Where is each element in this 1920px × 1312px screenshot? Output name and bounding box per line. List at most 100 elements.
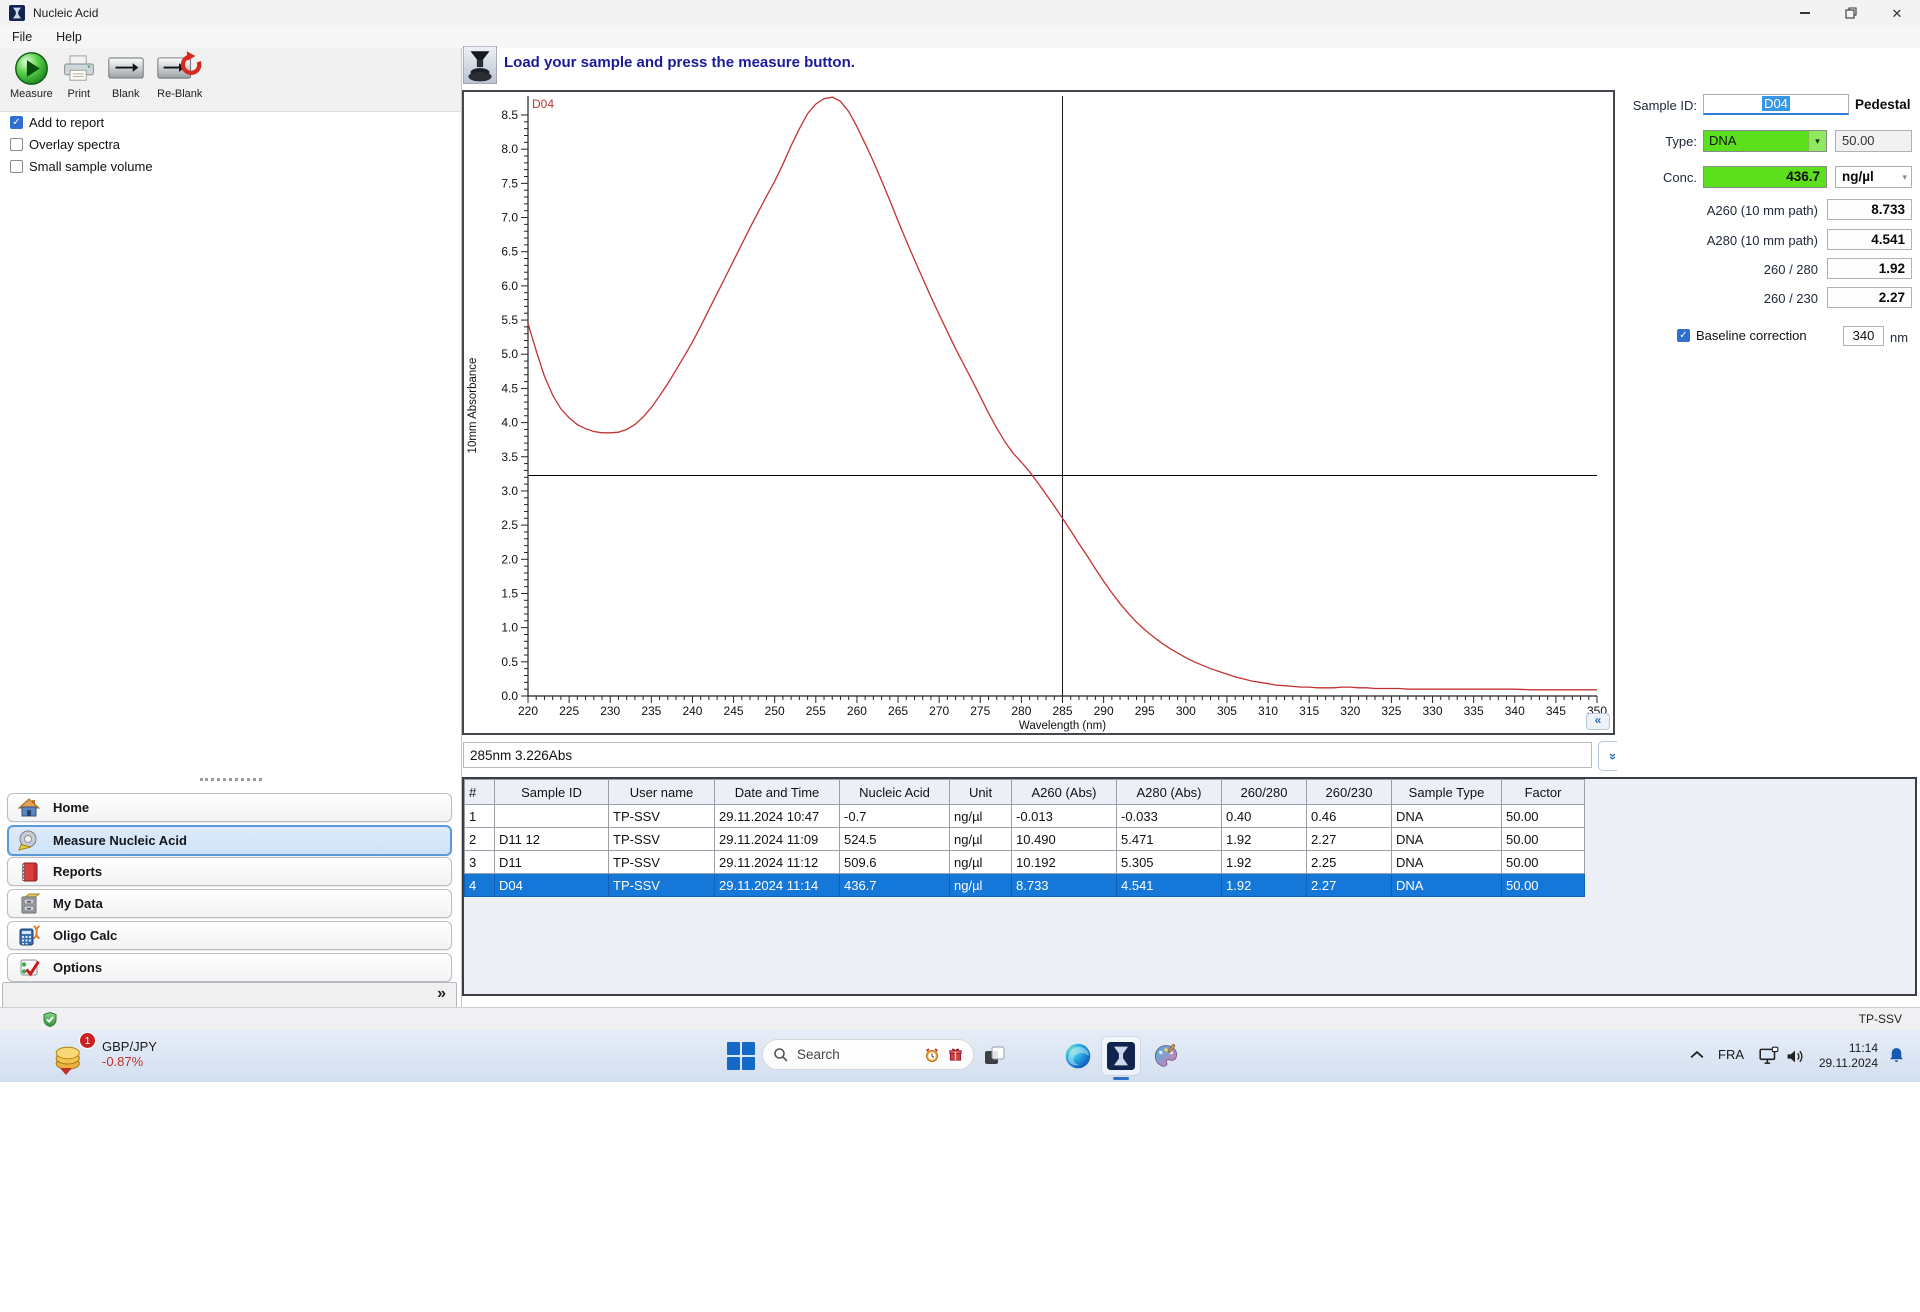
- svg-text:3.0: 3.0: [501, 484, 518, 498]
- hidden-icons-chevron[interactable]: [1690, 1050, 1704, 1060]
- reblank-button[interactable]: Re-Blank: [151, 50, 209, 100]
- table-cell: 524.5: [839, 827, 950, 851]
- sidebar-item-options[interactable]: Options: [7, 953, 452, 982]
- status-message: Load your sample and press the measure b…: [504, 54, 855, 71]
- add-to-report-checkbox[interactable]: ✓ Add to report: [10, 115, 104, 130]
- table-cell: 2.27: [1306, 827, 1392, 851]
- left-panel: Measure Print Blank Re-Blank ✓ Add to re…: [0, 48, 462, 1010]
- svg-text:3.5: 3.5: [501, 450, 518, 464]
- column-header[interactable]: Date and Time: [714, 779, 840, 805]
- svg-text:4.5: 4.5: [501, 381, 518, 395]
- panel-splitter-handle[interactable]: [200, 778, 262, 781]
- svg-text:340: 340: [1505, 704, 1525, 718]
- column-header[interactable]: Factor: [1501, 779, 1585, 805]
- svg-text:1.5: 1.5: [501, 586, 518, 600]
- svg-text:5.0: 5.0: [501, 347, 518, 361]
- clock[interactable]: 11:14 29.11.2024: [1814, 1041, 1878, 1071]
- svg-text:330: 330: [1423, 704, 1443, 718]
- svg-text:290: 290: [1094, 704, 1114, 718]
- table-row[interactable]: 4 D04 TP-SSV 29.11.2024 11:14 436.7 ng/µl 8.73…: [464, 873, 1585, 897]
- table-cell: ng/µl: [949, 873, 1012, 897]
- paint-app-button[interactable]: [1152, 1042, 1180, 1070]
- results-table-container: # Sample ID User name Date and Time Nucleic …: [462, 777, 1917, 996]
- table-row[interactable]: 2 D11 12 TP-SSV 29.11.2024 11:09 524.5 ng/µl 1…: [464, 827, 1585, 851]
- column-header[interactable]: 260/230: [1306, 779, 1392, 805]
- table-cell: TP-SSV: [608, 850, 715, 874]
- task-view-button[interactable]: [983, 1044, 1007, 1068]
- notification-bell-icon[interactable]: [1888, 1046, 1905, 1064]
- type-dropdown[interactable]: DNA ▾: [1703, 130, 1827, 152]
- reblank-icon: [157, 51, 202, 79]
- unit-dropdown[interactable]: ng/µl ▾: [1835, 166, 1912, 188]
- options-icon: [20, 959, 40, 976]
- svg-text:6.0: 6.0: [501, 279, 518, 293]
- column-header[interactable]: Sample ID: [494, 779, 609, 805]
- menu-help[interactable]: Help: [44, 30, 94, 44]
- edge-browser-button[interactable]: [1064, 1042, 1092, 1070]
- measure-button[interactable]: Measure: [6, 50, 57, 100]
- notification-badge: 1: [79, 1032, 96, 1049]
- table-cell: ng/µl: [949, 850, 1012, 874]
- svg-text:7.0: 7.0: [501, 211, 518, 225]
- table-cell: DNA: [1391, 804, 1502, 828]
- column-header[interactable]: 260/280: [1221, 779, 1307, 805]
- unit-value: ng/µl: [1842, 169, 1874, 184]
- svg-text:5.5: 5.5: [501, 313, 518, 327]
- baseline-wavelength-field[interactable]: 340: [1843, 326, 1884, 346]
- network-icon[interactable]: [1758, 1046, 1780, 1066]
- spectrum-chart[interactable]: 220 225 230 235 240 245 250 255 260 265 270 275 280 2…: [464, 92, 1613, 733]
- table-row[interactable]: 3 D11 TP-SSV 29.11.2024 11:12 509.6 ng/µl 10.1…: [464, 850, 1585, 874]
- app-icon: [9, 5, 25, 21]
- sidebar-item-my-data[interactable]: My Data: [7, 889, 452, 918]
- type-factor-field[interactable]: 50.00: [1835, 130, 1912, 152]
- blank-button[interactable]: Blank: [101, 50, 151, 100]
- svg-text:D04: D04: [532, 97, 554, 111]
- column-header[interactable]: #: [464, 779, 495, 805]
- collapse-chart-button[interactable]: «: [1586, 713, 1610, 730]
- sidebar-item-oligo-calc[interactable]: Oligo Calc: [7, 921, 452, 950]
- nucleic-acid-app-button[interactable]: [1101, 1036, 1141, 1076]
- minimize-button[interactable]: [1782, 0, 1828, 26]
- table-cell: 2.25: [1306, 850, 1392, 874]
- sidebar-item-reports[interactable]: Reports: [7, 857, 452, 886]
- volume-icon[interactable]: [1784, 1048, 1806, 1065]
- a280-value: 4.541: [1827, 229, 1912, 250]
- widgets-button[interactable]: 1 GBP/JPY -0.87%: [52, 1032, 157, 1075]
- table-cell: 509.6: [839, 850, 950, 874]
- reports-icon: [21, 862, 38, 881]
- close-button[interactable]: ✕: [1874, 0, 1920, 26]
- column-header[interactable]: A280 (Abs): [1116, 779, 1222, 805]
- svg-text:315: 315: [1299, 704, 1319, 718]
- sidebar-expand-button[interactable]: »: [437, 985, 446, 1003]
- sidebar-item-home[interactable]: Home: [7, 793, 452, 822]
- restore-button[interactable]: [1828, 0, 1874, 26]
- print-button[interactable]: Print: [57, 50, 101, 100]
- column-header[interactable]: User name: [608, 779, 715, 805]
- current-user-label: TP-SSV: [1858, 1012, 1902, 1026]
- column-header[interactable]: A260 (Abs): [1011, 779, 1117, 805]
- svg-text:4.0: 4.0: [501, 416, 518, 430]
- svg-text:345: 345: [1546, 704, 1566, 718]
- table-cell: D11 12: [494, 827, 609, 851]
- chevron-down-icon: ▾: [1902, 172, 1907, 182]
- sample-id-input[interactable]: D04: [1703, 94, 1849, 115]
- column-header[interactable]: Unit: [949, 779, 1012, 805]
- menu-file[interactable]: File: [0, 30, 44, 44]
- small-sample-volume-checkbox[interactable]: Small sample volume: [10, 159, 153, 174]
- sidebar-item-measure-nucleic-acid[interactable]: Measure Nucleic Acid: [7, 825, 452, 856]
- column-header[interactable]: Nucleic Acid: [839, 779, 950, 805]
- oligo-calc-icon: [19, 924, 41, 945]
- search-box[interactable]: Search: [762, 1039, 974, 1070]
- svg-text:275: 275: [970, 704, 990, 718]
- start-button[interactable]: [727, 1042, 755, 1070]
- svg-text:2.0: 2.0: [501, 552, 518, 566]
- table-cell: 5.305: [1116, 850, 1222, 874]
- baseline-correction-checkbox[interactable]: ✓ Baseline correction: [1677, 328, 1807, 343]
- language-indicator[interactable]: FRA: [1718, 1047, 1744, 1062]
- printer-icon: [63, 55, 94, 81]
- table-cell: 4: [464, 873, 495, 897]
- table-row[interactable]: 1 TP-SSV 29.11.2024 10:47 -0.7 ng/µl -0.013 -0…: [464, 804, 1585, 828]
- overlay-spectra-checkbox[interactable]: Overlay spectra: [10, 137, 120, 152]
- column-header[interactable]: Sample Type: [1391, 779, 1502, 805]
- trend-down-icon: [60, 1068, 72, 1075]
